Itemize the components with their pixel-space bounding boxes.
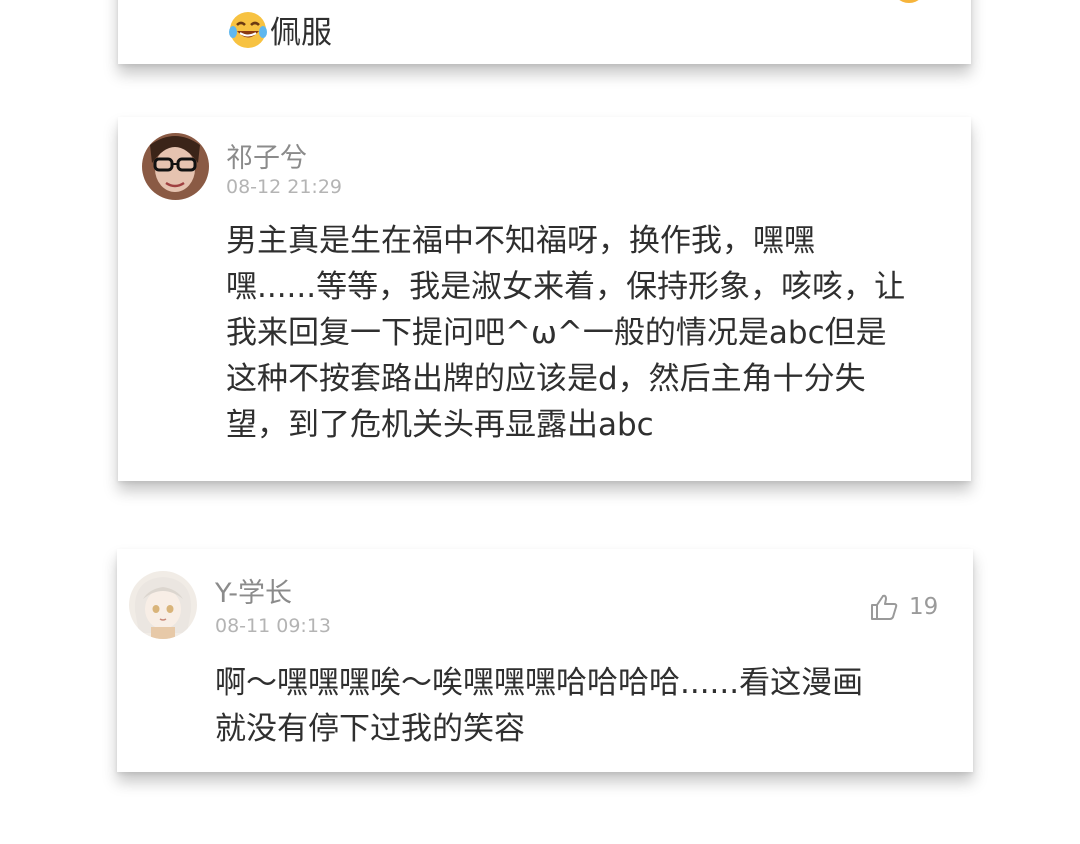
comment-text: 佩服 — [228, 10, 332, 56]
emoji-icon — [899, 0, 919, 3]
comment-text-line: 啊～嘿嘿嘿唉～唉嘿嘿嘿哈哈哈哈......看这漫画 — [215, 665, 864, 701]
thumbs-up-icon — [871, 594, 898, 620]
username[interactable]: Y-学长 — [215, 571, 292, 610]
timestamp: 08-12 21:29 — [226, 176, 343, 198]
avatar[interactable] — [129, 571, 197, 639]
like-count: 19 — [909, 594, 939, 620]
comment-text-line: 就没有停下过我的笑容 — [215, 711, 525, 747]
like-button[interactable]: 19 — [869, 592, 938, 622]
comment-text-line: 望，到了危机关头再显露出abc — [226, 407, 654, 443]
comment-card: 佩服 — [118, 0, 971, 64]
comment-text-line: 男主真是生在福中不知福呀，换作我，嘿嘿 — [226, 223, 815, 259]
comment-text-line: 佩服 — [270, 15, 332, 51]
avatar[interactable] — [142, 133, 209, 200]
comment-text-line: 我来回复一下提问吧^ω^一般的情况是abc但是 — [226, 315, 887, 351]
comment-text-line: 嘿......等等，我是淑女来着，保持形象，咳咳，让 — [226, 269, 906, 305]
laughing-tears-emoji-icon — [229, 12, 267, 48]
comment-card: Y-学长 08-11 09:13 19 啊～嘿嘿嘿唉～唉嘿嘿嘿哈哈哈哈.....… — [117, 549, 973, 772]
comment-text: 啊～嘿嘿嘿唉～唉嘿嘿嘿哈哈哈哈......看这漫画 就没有停下过我的笑容 — [215, 660, 863, 752]
comment-text: 男主真是生在福中不知福呀，换作我，嘿嘿 嘿......等等，我是淑女来着，保持形… — [226, 218, 905, 448]
comment-text-line: 这种不按套路出牌的应该是d，然后主角十分失 — [226, 361, 866, 397]
username[interactable]: 祁子兮 — [226, 136, 307, 175]
comment-card: 祁子兮 08-12 21:29 男主真是生在福中不知福呀，换作我，嘿嘿 嘿...… — [118, 117, 971, 481]
timestamp: 08-11 09:13 — [215, 615, 332, 637]
comment-feed: 佩服 祁子兮 08-12 21:29 男主真是生在福中不知福呀，换作我，嘿嘿 嘿… — [0, 0, 1080, 844]
